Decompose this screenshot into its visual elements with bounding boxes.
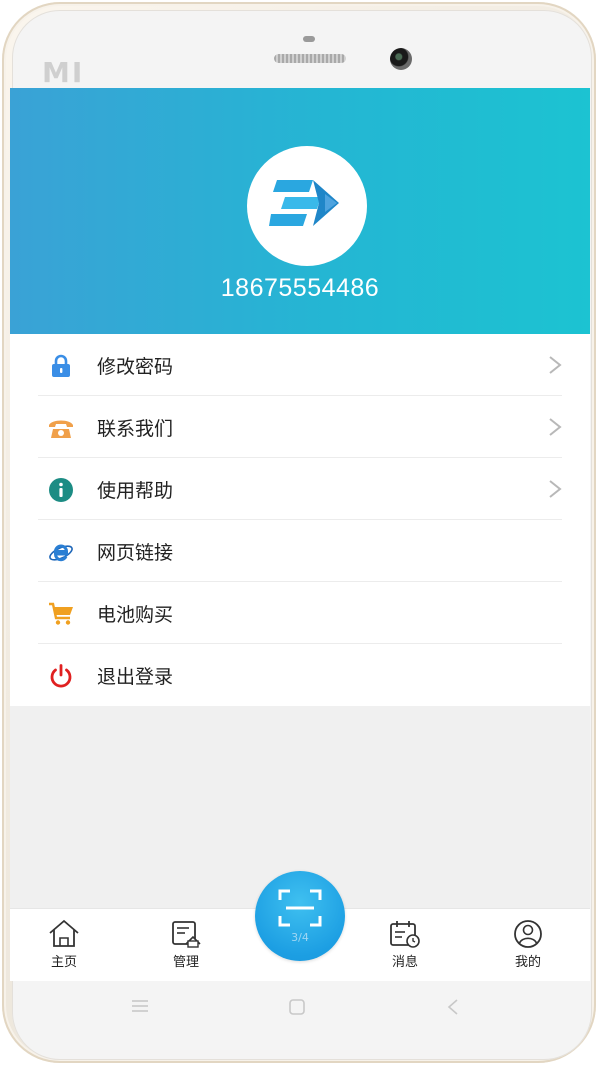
tab-messages[interactable]: 消息 — [370, 919, 440, 970]
menu-item-label: 网页链接 — [97, 542, 174, 564]
browser-e-icon — [49, 544, 73, 562]
menu-icon[interactable] — [130, 998, 150, 1014]
menu-item-label: 退出登录 — [97, 666, 174, 688]
earpiece-speaker — [274, 54, 346, 63]
menu-item-web-link[interactable]: 网页链接 — [38, 520, 562, 582]
scan-caption: 3/4 — [291, 931, 309, 944]
calendar-clock-icon — [390, 921, 420, 948]
manage-icon — [172, 921, 201, 948]
menu-item-buy-battery[interactable]: 电池购买 — [38, 582, 562, 644]
system-nav-bar — [10, 982, 590, 1032]
menu-item-logout[interactable]: 退出登录 — [38, 644, 562, 706]
scan-button[interactable]: 3/4 — [255, 871, 345, 961]
back-icon[interactable] — [446, 998, 460, 1016]
chevron-right-icon — [549, 418, 562, 436]
profile-header: 18675554486 — [10, 88, 590, 334]
chevron-right-icon — [549, 356, 562, 374]
menu-item-label: 修改密码 — [97, 356, 174, 378]
power-icon — [50, 664, 72, 688]
tab-label: 消息 — [391, 955, 418, 970]
chevron-right-icon — [549, 480, 562, 498]
arrow-logo-icon — [269, 180, 339, 226]
menu-item-help[interactable]: 使用帮助 — [38, 458, 562, 520]
menu-item-label: 联系我们 — [97, 418, 174, 440]
app-screen: 18675554486 修改密码 联系我们 使用帮助 网页链接 电池购买 退出登… — [10, 88, 590, 981]
home-icon — [49, 919, 79, 947]
tab-manage[interactable]: 管理 — [151, 919, 221, 970]
avatar[interactable] — [247, 146, 367, 266]
proximity-sensor — [303, 36, 315, 42]
lock-icon — [52, 354, 70, 377]
scan-icon — [278, 889, 322, 927]
user-icon — [514, 920, 542, 948]
account-phone-number: 18675554486 — [220, 274, 380, 302]
tab-label: 我的 — [514, 955, 541, 970]
tab-home[interactable]: 主页 — [29, 919, 99, 970]
shopping-cart-icon — [49, 602, 73, 625]
menu-item-label: 使用帮助 — [97, 480, 174, 502]
tab-label: 主页 — [50, 955, 77, 970]
front-camera — [390, 48, 412, 70]
telephone-icon — [49, 420, 73, 438]
info-icon — [49, 478, 73, 502]
tab-label: 管理 — [172, 955, 199, 970]
settings-menu: 修改密码 联系我们 使用帮助 网页链接 电池购买 退出登录 — [10, 334, 590, 706]
tab-profile[interactable]: 我的 — [493, 919, 563, 970]
menu-item-change-password[interactable]: 修改密码 — [38, 334, 562, 396]
home-button-icon[interactable] — [288, 998, 306, 1016]
brand-logo: MI — [42, 56, 85, 89]
menu-item-contact-us[interactable]: 联系我们 — [38, 396, 562, 458]
menu-item-label: 电池购买 — [97, 604, 174, 626]
